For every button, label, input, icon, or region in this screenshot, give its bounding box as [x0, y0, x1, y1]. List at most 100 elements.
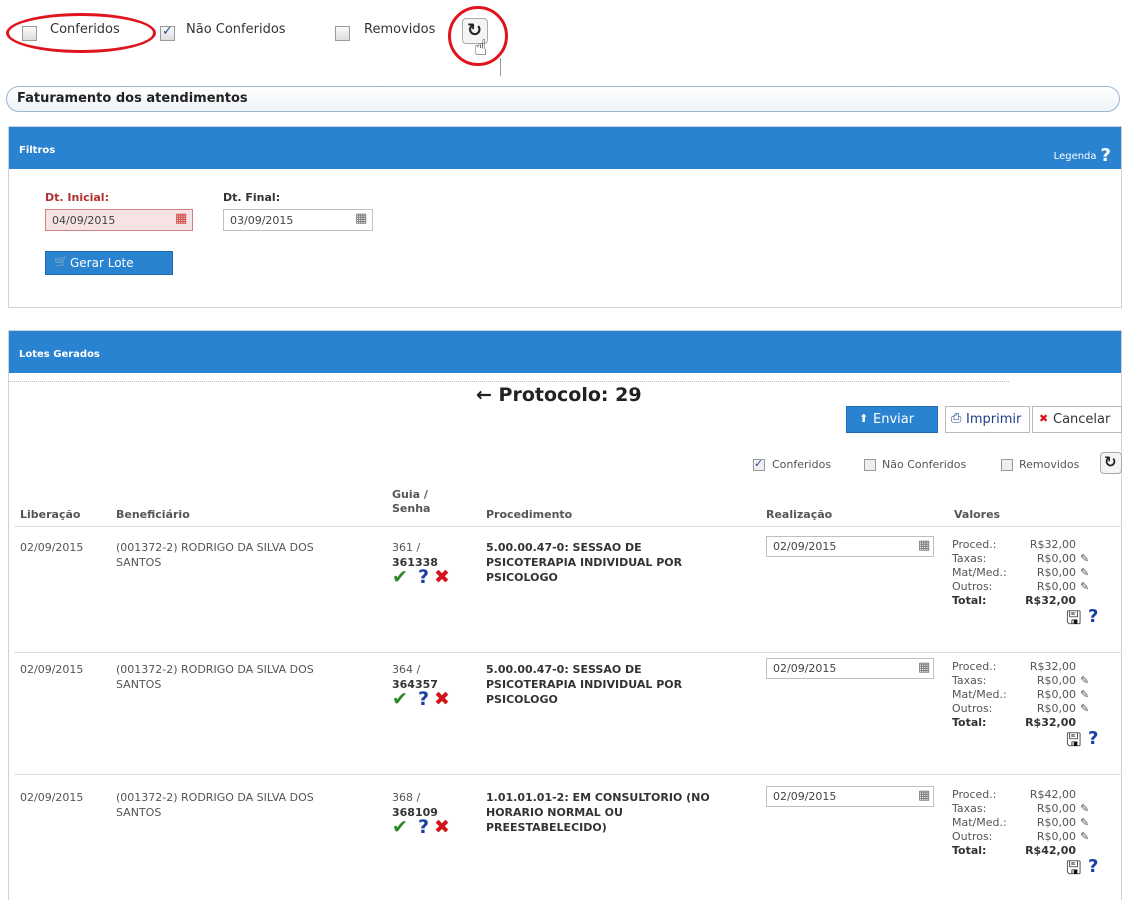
row-divider: [14, 774, 1122, 775]
procedimento-line3: PSICOLOGO: [486, 571, 558, 584]
matmed-value: R$0,00: [1036, 816, 1076, 829]
dt-inicial-label: Dt. Inicial:: [45, 191, 109, 204]
gerar-lote-button[interactable]: 🛒 Gerar Lote: [45, 251, 173, 275]
row-values-help-icon[interactable]: ?: [1088, 606, 1098, 627]
dt-final-calendar-icon[interactable]: ▦: [355, 211, 367, 226]
beneficiario-line2: SANTOS: [116, 556, 162, 569]
inner-conferidos-checkbox[interactable]: [753, 457, 765, 471]
row-help-icon[interactable]: ?: [418, 566, 429, 588]
legenda-label: Legenda: [1053, 151, 1097, 162]
legenda-link[interactable]: Legenda?: [1054, 145, 1111, 166]
removidos-checkbox[interactable]: [335, 26, 350, 41]
removidos-label[interactable]: Removidos: [364, 22, 435, 37]
matmed-value: R$0,00: [1036, 566, 1076, 579]
proced-label: Proced.:: [952, 788, 997, 801]
proced-value: R$32,00: [1029, 538, 1076, 551]
page-header: Faturamento dos atendimentos: [6, 86, 1120, 112]
dt-inicial-calendar-icon[interactable]: ▦: [175, 211, 187, 226]
outros-label: Outros:: [952, 830, 993, 843]
inner-removidos-checkbox[interactable]: [1001, 459, 1013, 471]
confirm-check-icon[interactable]: ✔: [392, 816, 408, 838]
inner-nao-conferidos-checkbox[interactable]: [864, 459, 876, 471]
realizacao-calendar-icon[interactable]: ▦: [918, 538, 930, 553]
annotation-circle-conferidos: [6, 13, 156, 53]
beneficiario-line2: SANTOS: [116, 678, 162, 691]
row-help-icon[interactable]: ?: [418, 688, 429, 710]
col-guia-line2: Senha: [392, 502, 431, 515]
nao-conferidos-checkbox[interactable]: [160, 24, 175, 41]
confirm-check-icon[interactable]: ✔: [392, 566, 408, 588]
row-values-help-icon[interactable]: ?: [1088, 856, 1098, 877]
dt-inicial-input[interactable]: 04/09/2015: [45, 209, 193, 231]
proced-value: R$32,00: [1029, 660, 1076, 673]
edit-matmed-icon[interactable]: ✎: [1080, 816, 1089, 829]
save-icon[interactable]: 🖫: [1066, 728, 1081, 758]
cancelar-label: Cancelar: [1053, 412, 1111, 427]
beneficiario-line1: (001372-2) RODRIGO DA SILVA DOS: [116, 791, 314, 804]
edit-taxas-icon[interactable]: ✎: [1080, 674, 1089, 687]
gerar-lote-label: Gerar Lote: [70, 256, 134, 270]
cancelar-button[interactable]: ✖ Cancelar: [1032, 406, 1122, 433]
header-divider: [14, 526, 1122, 527]
save-icon[interactable]: 🖫: [1066, 606, 1081, 636]
edit-taxas-icon[interactable]: ✎: [1080, 802, 1089, 815]
matmed-label: Mat/Med.:: [952, 688, 1007, 701]
outros-value: R$0,00: [1036, 580, 1076, 593]
save-icon[interactable]: 🖫: [1066, 856, 1081, 886]
total-label: Total:: [952, 716, 987, 729]
edit-outros-icon[interactable]: ✎: [1080, 580, 1089, 593]
upload-icon: ⬆: [859, 412, 869, 425]
inner-conferidos-label[interactable]: Conferidos: [772, 458, 831, 471]
proced-label: Proced.:: [952, 538, 997, 551]
remove-x-icon[interactable]: ✖: [434, 816, 450, 838]
liberacao-cell: 02/09/2015: [20, 791, 84, 804]
procedimento-line3: PREESTABELECIDO): [486, 821, 607, 834]
row-help-icon[interactable]: ?: [418, 816, 429, 838]
legenda-help-icon: ?: [1100, 145, 1111, 166]
filtros-header: Filtros Legenda?: [9, 127, 1121, 169]
dotted-separator: [9, 381, 1009, 382]
lotes-title: Lotes Gerados: [19, 349, 100, 360]
beneficiario-line1: (001372-2) RODRIGO DA SILVA DOS: [116, 541, 314, 554]
row-values-help-icon[interactable]: ?: [1088, 728, 1098, 749]
cart-icon: 🛒: [54, 255, 68, 268]
imprimir-button[interactable]: ⎙ Imprimir: [945, 406, 1030, 433]
edit-outros-icon[interactable]: ✎: [1080, 830, 1089, 843]
confirm-check-icon[interactable]: ✔: [392, 688, 408, 710]
procedimento-line2: PSICOTERAPIA INDIVIDUAL POR: [486, 678, 683, 691]
dt-final-input[interactable]: 03/09/2015: [223, 209, 373, 231]
col-liberacao: Liberação: [20, 508, 81, 521]
inner-nao-conferidos-label[interactable]: Não Conferidos: [882, 458, 966, 471]
filtros-panel: Filtros Legenda? Dt. Inicial: 04/09/2015…: [8, 126, 1122, 308]
inner-removidos-label[interactable]: Removidos: [1019, 458, 1079, 471]
taxas-label: Taxas:: [952, 552, 987, 565]
outros-label: Outros:: [952, 702, 993, 715]
filtros-title: Filtros: [19, 145, 56, 156]
realizacao-input[interactable]: 02/09/2015: [766, 658, 934, 679]
taxas-value: R$0,00: [1036, 552, 1076, 565]
remove-x-icon[interactable]: ✖: [434, 688, 450, 710]
enviar-button[interactable]: ⬆ Enviar: [846, 406, 938, 433]
nao-conferidos-label[interactable]: Não Conferidos: [186, 22, 286, 37]
guia-cell: 368 /: [392, 791, 421, 804]
taxas-label: Taxas:: [952, 802, 987, 815]
edit-matmed-icon[interactable]: ✎: [1080, 688, 1089, 701]
realizacao-calendar-icon[interactable]: ▦: [918, 660, 930, 675]
edit-taxas-icon[interactable]: ✎: [1080, 552, 1089, 565]
guia-cell: 364 /: [392, 663, 421, 676]
edit-outros-icon[interactable]: ✎: [1080, 702, 1089, 715]
taxas-value: R$0,00: [1036, 674, 1076, 687]
procedimento-line1: 1.01.01.01-2: EM CONSULTORIO (NO: [486, 791, 710, 804]
print-icon: ⎙: [951, 411, 962, 426]
realizacao-calendar-icon[interactable]: ▦: [918, 788, 930, 803]
realizacao-input[interactable]: 02/09/2015: [766, 536, 934, 557]
procedimento-line1: 5.00.00.47-0: SESSAO DE: [486, 541, 642, 554]
protocolo-title[interactable]: ← Protocolo: 29: [476, 384, 642, 406]
total-label: Total:: [952, 594, 987, 607]
matmed-label: Mat/Med.:: [952, 816, 1007, 829]
inner-refresh-button[interactable]: ↻: [1100, 452, 1122, 474]
beneficiario-line1: (001372-2) RODRIGO DA SILVA DOS: [116, 663, 314, 676]
realizacao-input[interactable]: 02/09/2015: [766, 786, 934, 807]
remove-x-icon[interactable]: ✖: [434, 566, 450, 588]
edit-matmed-icon[interactable]: ✎: [1080, 566, 1089, 579]
